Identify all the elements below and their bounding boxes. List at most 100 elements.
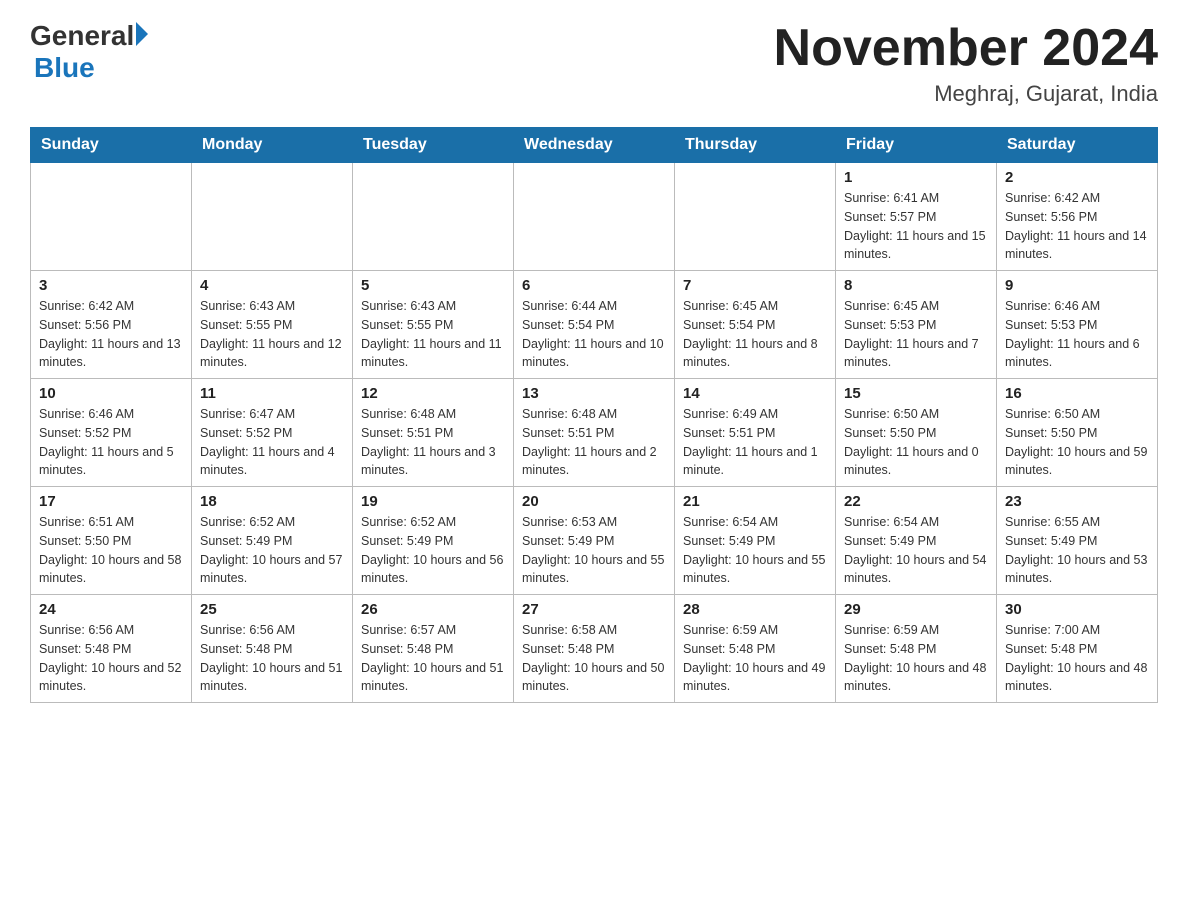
day-number: 28 — [683, 601, 827, 618]
day-number: 24 — [39, 601, 183, 618]
day-number: 17 — [39, 493, 183, 510]
day-number: 12 — [361, 385, 505, 402]
header-tuesday: Tuesday — [353, 128, 514, 163]
day-info: Sunrise: 6:50 AM Sunset: 5:50 PM Dayligh… — [844, 405, 988, 480]
day-number: 19 — [361, 493, 505, 510]
calendar-cell — [192, 163, 353, 271]
day-number: 3 — [39, 277, 183, 294]
day-number: 14 — [683, 385, 827, 402]
calendar-cell: 14 Sunrise: 6:49 AM Sunset: 5:51 PM Dayli… — [675, 379, 836, 487]
day-info: Sunrise: 6:43 AM Sunset: 5:55 PM Dayligh… — [361, 297, 505, 372]
day-number: 20 — [522, 493, 666, 510]
calendar-cell: 6 Sunrise: 6:44 AM Sunset: 5:54 PM Daylig… — [514, 271, 675, 379]
calendar-cell: 11 Sunrise: 6:47 AM Sunset: 5:52 PM Dayli… — [192, 379, 353, 487]
day-info: Sunrise: 6:51 AM Sunset: 5:50 PM Dayligh… — [39, 513, 183, 588]
calendar-cell: 13Sunrise: 6:48 AM Sunset: 5:51 PM Dayli… — [514, 379, 675, 487]
day-number: 9 — [1005, 277, 1149, 294]
day-info: Sunrise: 6:52 AM Sunset: 5:49 PM Dayligh… — [200, 513, 344, 588]
calendar-cell: 5Sunrise: 6:43 AM Sunset: 5:55 PM Daylig… — [353, 271, 514, 379]
day-number: 29 — [844, 601, 988, 618]
day-info: Sunrise: 6:49 AM Sunset: 5:51 PM Dayligh… — [683, 405, 827, 480]
day-info: Sunrise: 6:58 AM Sunset: 5:48 PM Dayligh… — [522, 621, 666, 696]
day-info: Sunrise: 6:45 AM Sunset: 5:53 PM Dayligh… — [844, 297, 988, 372]
calendar-cell: 8 Sunrise: 6:45 AM Sunset: 5:53 PM Daylig… — [836, 271, 997, 379]
calendar-cell: 19 Sunrise: 6:52 AM Sunset: 5:49 PM Dayli… — [353, 487, 514, 595]
calendar-cell: 20 Sunrise: 6:53 AM Sunset: 5:49 PM Dayli… — [514, 487, 675, 595]
day-info: Sunrise: 6:43 AM Sunset: 5:55 PM Dayligh… — [200, 297, 344, 372]
day-number: 10 — [39, 385, 183, 402]
day-info: Sunrise: 6:45 AM Sunset: 5:54 PM Dayligh… — [683, 297, 827, 372]
calendar-cell: 3Sunrise: 6:42 AM Sunset: 5:56 PM Daylig… — [31, 271, 192, 379]
calendar-cell: 18 Sunrise: 6:52 AM Sunset: 5:49 PM Dayli… — [192, 487, 353, 595]
day-info: Sunrise: 6:44 AM Sunset: 5:54 PM Dayligh… — [522, 297, 666, 372]
day-number: 21 — [683, 493, 827, 510]
day-number: 1 — [844, 169, 988, 186]
calendar-cell — [31, 163, 192, 271]
calendar-week-row: 1Sunrise: 6:41 AM Sunset: 5:57 PM Daylig… — [31, 163, 1158, 271]
month-year-title: November 2024 — [774, 20, 1158, 77]
calendar-cell: 9 Sunrise: 6:46 AM Sunset: 5:53 PM Daylig… — [997, 271, 1158, 379]
day-info: Sunrise: 6:59 AM Sunset: 5:48 PM Dayligh… — [844, 621, 988, 696]
logo-blue: Blue — [34, 52, 95, 84]
logo-triangle-icon — [136, 22, 148, 46]
calendar-cell: 1Sunrise: 6:41 AM Sunset: 5:57 PM Daylig… — [836, 163, 997, 271]
calendar-cell: 30 Sunrise: 7:00 AM Sunset: 5:48 PM Dayli… — [997, 595, 1158, 703]
title-area: November 2024 Meghraj, Gujarat, India — [774, 20, 1158, 107]
calendar-week-row: 17 Sunrise: 6:51 AM Sunset: 5:50 PM Dayli… — [31, 487, 1158, 595]
header-monday: Monday — [192, 128, 353, 163]
calendar-cell: 26 Sunrise: 6:57 AM Sunset: 5:48 PM Dayli… — [353, 595, 514, 703]
day-info: Sunrise: 6:55 AM Sunset: 5:49 PM Dayligh… — [1005, 513, 1149, 588]
calendar-week-row: 10 Sunrise: 6:46 AM Sunset: 5:52 PM Dayli… — [31, 379, 1158, 487]
day-number: 25 — [200, 601, 344, 618]
calendar-table: Sunday Monday Tuesday Wednesday Thursday… — [30, 127, 1158, 703]
day-info: Sunrise: 6:50 AM Sunset: 5:50 PM Dayligh… — [1005, 405, 1149, 480]
day-number: 11 — [200, 385, 344, 402]
header-saturday: Saturday — [997, 128, 1158, 163]
day-number: 26 — [361, 601, 505, 618]
day-number: 23 — [1005, 493, 1149, 510]
day-number: 22 — [844, 493, 988, 510]
day-number: 18 — [200, 493, 344, 510]
day-info: Sunrise: 6:48 AM Sunset: 5:51 PM Dayligh… — [361, 405, 505, 480]
day-info: Sunrise: 6:42 AM Sunset: 5:56 PM Dayligh… — [1005, 189, 1149, 264]
day-number: 8 — [844, 277, 988, 294]
weekday-header-row: Sunday Monday Tuesday Wednesday Thursday… — [31, 128, 1158, 163]
logo-general: General — [30, 20, 134, 52]
page-header: General Blue November 2024 Meghraj, Guja… — [30, 20, 1158, 107]
day-info: Sunrise: 6:46 AM Sunset: 5:53 PM Dayligh… — [1005, 297, 1149, 372]
day-info: Sunrise: 6:53 AM Sunset: 5:49 PM Dayligh… — [522, 513, 666, 588]
calendar-cell: 16 Sunrise: 6:50 AM Sunset: 5:50 PM Dayli… — [997, 379, 1158, 487]
calendar-cell: 24Sunrise: 6:56 AM Sunset: 5:48 PM Dayli… — [31, 595, 192, 703]
day-number: 6 — [522, 277, 666, 294]
day-info: Sunrise: 6:54 AM Sunset: 5:49 PM Dayligh… — [683, 513, 827, 588]
calendar-cell — [353, 163, 514, 271]
calendar-cell: 29 Sunrise: 6:59 AM Sunset: 5:48 PM Dayli… — [836, 595, 997, 703]
header-wednesday: Wednesday — [514, 128, 675, 163]
location-subtitle: Meghraj, Gujarat, India — [774, 81, 1158, 107]
day-info: Sunrise: 6:56 AM Sunset: 5:48 PM Dayligh… — [200, 621, 344, 696]
day-info: Sunrise: 6:46 AM Sunset: 5:52 PM Dayligh… — [39, 405, 183, 480]
day-info: Sunrise: 7:00 AM Sunset: 5:48 PM Dayligh… — [1005, 621, 1149, 696]
calendar-cell — [675, 163, 836, 271]
header-sunday: Sunday — [31, 128, 192, 163]
day-info: Sunrise: 6:52 AM Sunset: 5:49 PM Dayligh… — [361, 513, 505, 588]
calendar-week-row: 3Sunrise: 6:42 AM Sunset: 5:56 PM Daylig… — [31, 271, 1158, 379]
calendar-cell: 27Sunrise: 6:58 AM Sunset: 5:48 PM Dayli… — [514, 595, 675, 703]
day-number: 16 — [1005, 385, 1149, 402]
day-info: Sunrise: 6:57 AM Sunset: 5:48 PM Dayligh… — [361, 621, 505, 696]
calendar-cell: 12 Sunrise: 6:48 AM Sunset: 5:51 PM Dayli… — [353, 379, 514, 487]
calendar-cell: 25 Sunrise: 6:56 AM Sunset: 5:48 PM Dayli… — [192, 595, 353, 703]
header-thursday: Thursday — [675, 128, 836, 163]
day-number: 7 — [683, 277, 827, 294]
calendar-cell — [514, 163, 675, 271]
day-number: 13 — [522, 385, 666, 402]
day-info: Sunrise: 6:54 AM Sunset: 5:49 PM Dayligh… — [844, 513, 988, 588]
calendar-cell: 4 Sunrise: 6:43 AM Sunset: 5:55 PM Daylig… — [192, 271, 353, 379]
calendar-cell: 10 Sunrise: 6:46 AM Sunset: 5:52 PM Dayli… — [31, 379, 192, 487]
calendar-week-row: 24 Sunrise: 6:56 AM Sunset: 5:48 PM Dayli… — [31, 595, 1158, 703]
day-number: 15 — [844, 385, 988, 402]
day-info: Sunrise: 6:47 AM Sunset: 5:52 PM Dayligh… — [200, 405, 344, 480]
day-number: 2 — [1005, 169, 1149, 186]
day-number: 30 — [1005, 601, 1149, 618]
day-number: 4 — [200, 277, 344, 294]
